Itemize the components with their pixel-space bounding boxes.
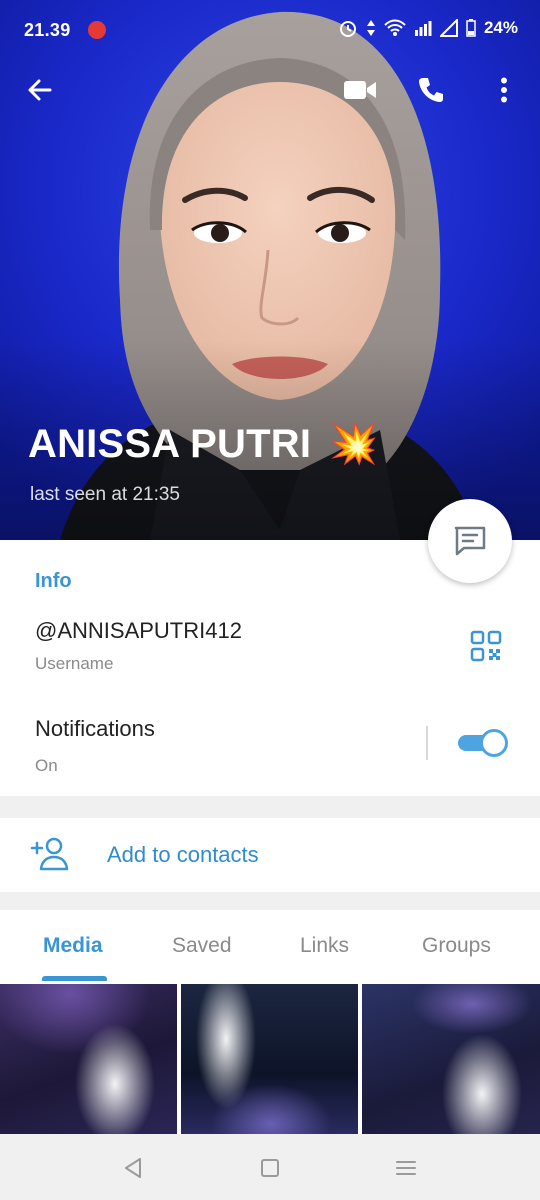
- tab-saved[interactable]: Saved: [172, 934, 232, 958]
- media-thumbnail[interactable]: [0, 984, 177, 1134]
- more-options-button[interactable]: [486, 72, 522, 108]
- nav-recents-icon[interactable]: [392, 1154, 420, 1182]
- battery-icon: [466, 19, 476, 37]
- wifi-icon: [384, 19, 406, 36]
- shared-media-section: Media Saved Links Groups: [0, 910, 540, 1134]
- video-camera-icon: [344, 81, 376, 99]
- back-button[interactable]: [22, 72, 58, 108]
- notifications-label[interactable]: Notifications: [35, 716, 155, 742]
- top-app-bar: [0, 62, 540, 118]
- tab-media[interactable]: Media: [43, 934, 103, 958]
- active-tab-indicator: [42, 976, 107, 981]
- username-value[interactable]: @ANNISAPUTRI412: [35, 618, 242, 644]
- battery-level: 24%: [483, 18, 518, 37]
- status-time: 21.39: [24, 20, 71, 40]
- signal-2-icon: [439, 19, 458, 37]
- status-icons: 24%: [338, 18, 518, 38]
- video-call-button[interactable]: [342, 72, 378, 108]
- media-thumbnail[interactable]: [181, 984, 358, 1134]
- status-bar: 21.39 24%: [0, 0, 540, 62]
- add-user-icon: [30, 837, 69, 871]
- media-tabs: Media Saved Links Groups: [0, 910, 540, 984]
- info-heading: Info: [35, 570, 72, 592]
- qr-code-icon[interactable]: [470, 630, 502, 662]
- notification-icon: [88, 21, 106, 39]
- tab-groups[interactable]: Groups: [422, 934, 491, 958]
- username-label: Username: [35, 654, 114, 673]
- phone-icon: [419, 78, 443, 102]
- last-seen: last seen at 21:35: [30, 484, 180, 505]
- alarm-icon: [339, 21, 356, 37]
- nav-back-icon[interactable]: [120, 1154, 148, 1182]
- send-message-button[interactable]: [428, 499, 512, 583]
- add-to-contacts-label: Add to contacts: [107, 842, 259, 867]
- nav-home-icon[interactable]: [256, 1154, 284, 1182]
- system-nav-bar: [0, 1134, 540, 1200]
- message-icon: [454, 526, 486, 556]
- more-vert-icon: [501, 77, 507, 103]
- data-arrows-icon: [366, 20, 375, 36]
- divider: [426, 726, 428, 760]
- arrow-left-icon: [28, 79, 52, 101]
- add-to-contacts-button[interactable]: Add to contacts: [0, 818, 540, 892]
- signal-icon: [414, 21, 432, 36]
- tab-links[interactable]: Links: [300, 934, 349, 958]
- toggle-knob: [480, 729, 508, 757]
- media-thumbnail[interactable]: [362, 984, 540, 1134]
- profile-name: ANISSA PUTRI 💥: [28, 420, 379, 467]
- notifications-status: On: [35, 756, 58, 775]
- profile-name-text: ANISSA PUTRI: [28, 422, 312, 466]
- notifications-toggle[interactable]: [458, 729, 508, 757]
- voice-call-button[interactable]: [413, 72, 449, 108]
- profile-name-emoji: 💥: [328, 422, 379, 466]
